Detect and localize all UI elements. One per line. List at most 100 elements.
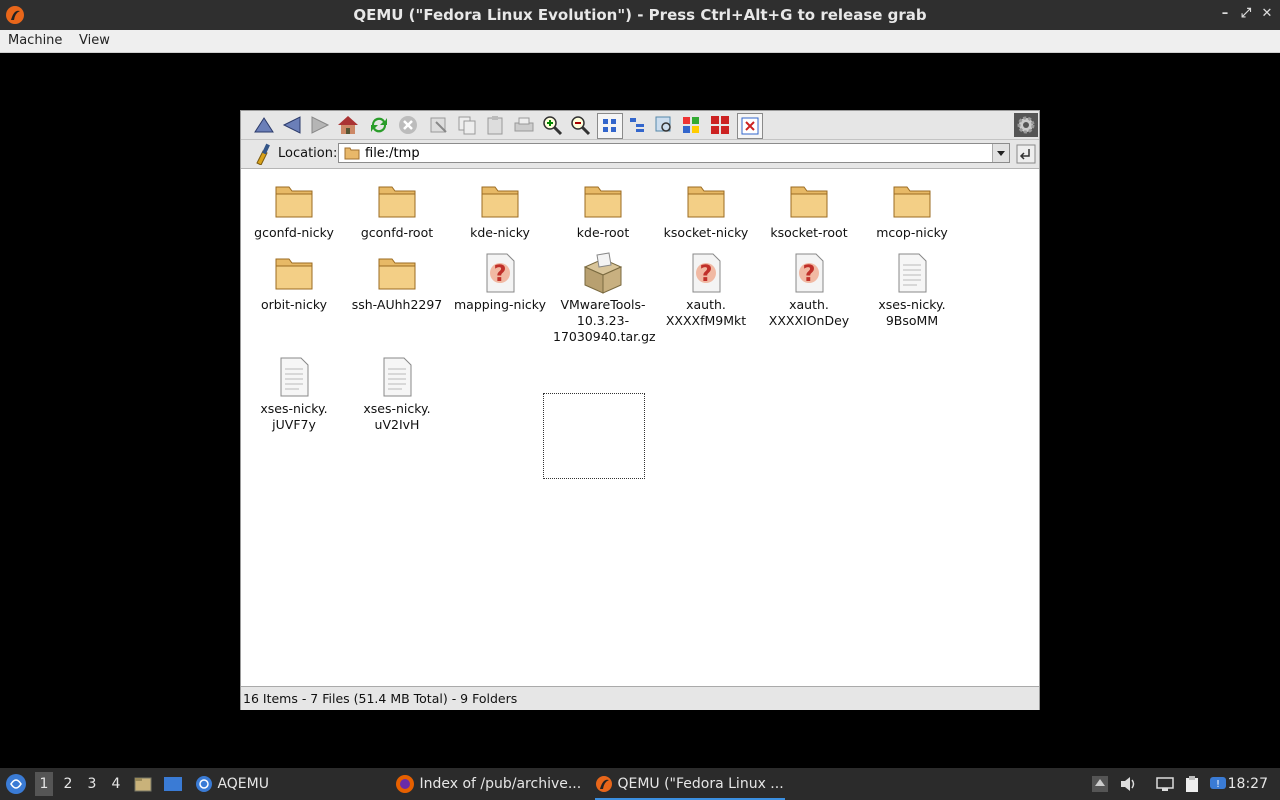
file-item-label: xauth. XXXXfM9Mkt	[665, 297, 747, 328]
selection-rectangle	[543, 393, 645, 479]
file-item[interactable]: ? mapping-nicky	[450, 251, 550, 313]
workspace-4[interactable]: 4	[107, 776, 125, 792]
unknown-icon: ?	[795, 253, 824, 293]
text-icon	[383, 357, 412, 397]
task-firefox[interactable]: Index of /pub/archive...	[395, 768, 581, 798]
menu-view[interactable]: View	[79, 33, 110, 48]
qemu-menubar: Machine View	[0, 30, 1280, 53]
svg-text:?: ?	[803, 262, 816, 287]
close-split-icon[interactable]	[737, 113, 763, 139]
file-item[interactable]: ksocket-nicky	[656, 179, 756, 241]
folder-icon	[790, 186, 828, 218]
folder-icon	[481, 186, 519, 218]
file-item-label: xses-nicky. uV2IvH	[363, 401, 431, 432]
file-item-label: ssh-AUhh2297	[351, 297, 443, 312]
file-item-label: ksocket-nicky	[663, 225, 749, 240]
clear-location-icon[interactable]	[253, 143, 275, 165]
tray-up-arrow-icon[interactable]	[1091, 775, 1109, 793]
close-icon[interactable]: ✕	[1258, 5, 1276, 23]
menu-machine[interactable]: Machine	[8, 33, 62, 48]
file-item[interactable]: ksocket-root	[759, 179, 859, 241]
qemu-titlebar: QEMU ("Fedora Linux Evolution") - Press …	[0, 0, 1280, 30]
stop-icon[interactable]	[396, 113, 420, 137]
location-bar: Location: file:/tmp	[241, 140, 1039, 169]
cut-icon[interactable]	[427, 113, 451, 137]
folder-icon	[687, 186, 725, 218]
konqueror-window: Location: file:/tmp gconfd-nicky gconfd-r…	[240, 110, 1040, 710]
task-label: AQEMU	[217, 776, 269, 792]
file-manager-launcher-icon[interactable]	[134, 775, 152, 793]
detailed-view-icon[interactable]	[679, 113, 703, 137]
location-dropdown-icon[interactable]	[992, 144, 1009, 162]
file-item[interactable]: kde-nicky	[450, 179, 550, 241]
task-aqemu[interactable]: AQEMU	[195, 768, 269, 798]
minimize-icon[interactable]: –	[1216, 5, 1234, 23]
network-icon[interactable]	[1156, 775, 1174, 793]
task-label: Index of /pub/archive...	[419, 776, 582, 792]
back-icon[interactable]	[280, 113, 304, 137]
volume-icon[interactable]	[1119, 775, 1137, 793]
notification-icon[interactable]: !	[1209, 775, 1227, 793]
unknown-icon: ?	[692, 253, 721, 293]
reload-icon[interactable]	[367, 113, 391, 137]
zoom-out-icon[interactable]	[568, 113, 592, 137]
file-item[interactable]: ? xauth. XXXXfM9Mkt	[656, 251, 756, 329]
file-item-label: xses-nicky. jUVF7y	[260, 401, 328, 432]
folder-icon	[378, 186, 416, 218]
file-view[interactable]: gconfd-nicky gconfd-root kde-nicky kde-root…	[241, 169, 1039, 686]
file-item[interactable]: VMwareTools- 10.3.23- 17030940.tar.gz	[553, 251, 656, 345]
clipboard-icon[interactable]	[1183, 775, 1201, 793]
print-icon[interactable]	[512, 113, 536, 137]
file-item-label: ksocket-root	[770, 225, 848, 240]
window-title: QEMU ("Fedora Linux Evolution") - Press …	[353, 6, 927, 24]
file-item[interactable]: ssh-AUhh2297	[347, 251, 447, 313]
file-item[interactable]: kde-root	[553, 179, 653, 241]
qemu-icon	[596, 776, 612, 792]
forward-icon[interactable]	[308, 113, 332, 137]
tree-view-icon[interactable]	[625, 113, 649, 137]
up-icon[interactable]	[252, 113, 276, 137]
file-item[interactable]: gconfd-root	[347, 179, 447, 241]
zoom-in-icon[interactable]	[540, 113, 564, 137]
file-item-label: gconfd-nicky	[254, 225, 334, 240]
file-item-label: gconfd-root	[360, 225, 434, 240]
task-qemu[interactable]: QEMU ("Fedora Linux ...	[595, 768, 785, 800]
file-item[interactable]: orbit-nicky	[244, 251, 344, 313]
folder-icon	[275, 258, 313, 290]
folder-icon	[378, 258, 416, 290]
unknown-icon: ?	[486, 253, 515, 293]
file-item[interactable]: mcop-nicky	[862, 179, 962, 241]
workspace-3[interactable]: 3	[83, 776, 101, 792]
aqemu-icon	[196, 776, 212, 792]
task-label: QEMU ("Fedora Linux ...	[617, 776, 784, 792]
clock: 18:27	[1227, 776, 1268, 792]
location-input[interactable]: file:/tmp	[338, 143, 1010, 163]
file-item[interactable]: gconfd-nicky	[244, 179, 344, 241]
split-view-icon[interactable]	[708, 113, 732, 137]
folder-icon	[344, 147, 360, 160]
icon-view-icon[interactable]	[597, 113, 623, 139]
svg-text:?: ?	[700, 262, 713, 287]
file-item[interactable]: xses-nicky. jUVF7y	[244, 355, 344, 433]
folder-icon	[275, 186, 313, 218]
location-value: file:/tmp	[365, 146, 420, 161]
desktop-launcher-icon[interactable]	[163, 775, 183, 793]
paste-icon[interactable]	[483, 113, 507, 137]
status-bar: 16 Items - 7 Files (51.4 MB Total) - 9 F…	[241, 686, 1039, 710]
maximize-icon[interactable]: ⤢	[1237, 5, 1255, 23]
konqueror-gear-icon[interactable]	[1014, 113, 1038, 137]
file-item-label: kde-nicky	[470, 225, 530, 240]
copy-icon[interactable]	[455, 113, 479, 137]
go-icon[interactable]	[1016, 144, 1036, 164]
start-menu-icon[interactable]	[5, 773, 27, 795]
svg-text:?: ?	[494, 262, 507, 287]
file-item[interactable]: xses-nicky. uV2IvH	[347, 355, 447, 433]
folder-icon	[584, 186, 622, 218]
home-icon[interactable]	[336, 113, 360, 137]
file-item[interactable]: xses-nicky. 9BsoMM	[862, 251, 962, 329]
workspace-2[interactable]: 2	[59, 776, 77, 792]
preview-icon[interactable]	[652, 113, 676, 137]
file-item-label: xses-nicky. 9BsoMM	[878, 297, 946, 328]
file-item[interactable]: ? xauth. XXXXIOnDey	[759, 251, 859, 329]
workspace-1[interactable]: 1	[35, 772, 53, 796]
